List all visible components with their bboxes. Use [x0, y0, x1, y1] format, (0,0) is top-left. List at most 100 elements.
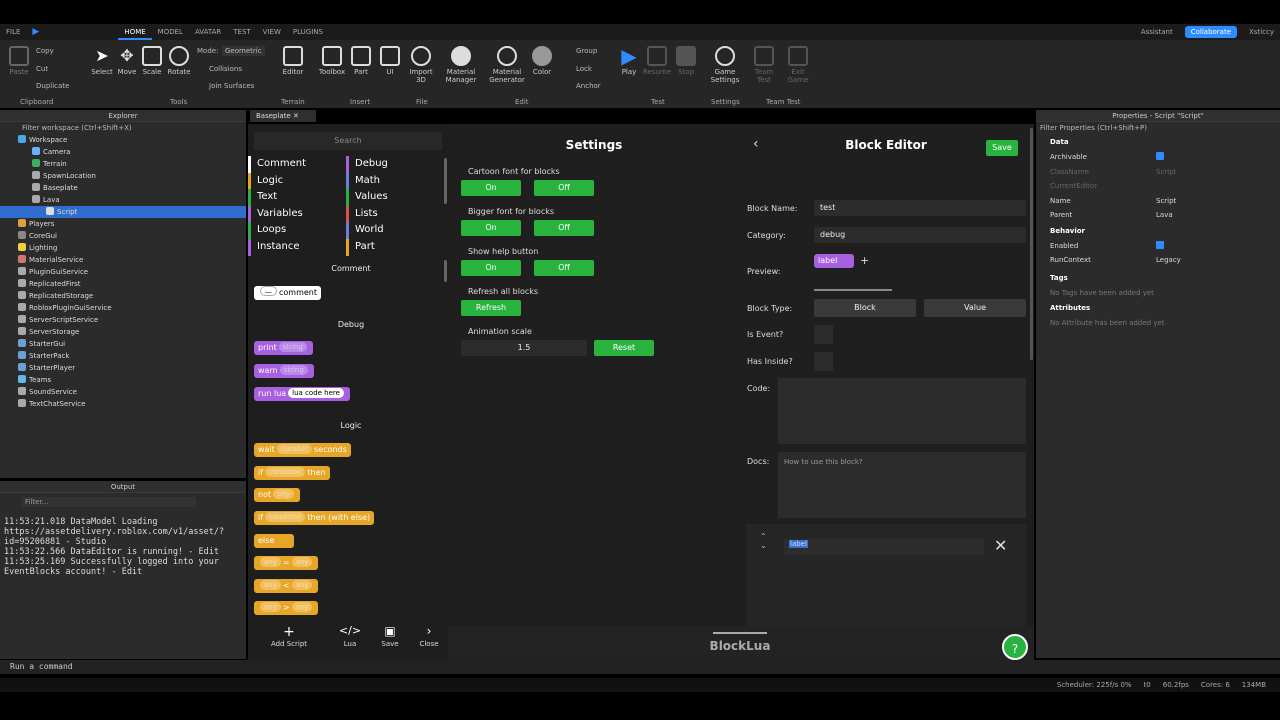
category-item[interactable]: Instance — [248, 238, 346, 256]
property-row[interactable]: Name Script — [1036, 194, 1280, 209]
menu-model[interactable]: MODEL — [152, 24, 189, 40]
category-item[interactable]: Logic — [248, 172, 346, 190]
game-settings-button[interactable]: Game Settings — [706, 46, 744, 84]
is-event-checkbox[interactable] — [814, 325, 833, 344]
tree-item[interactable]: Script — [0, 206, 246, 218]
lua-button[interactable]: </> Lua — [330, 624, 370, 660]
block-if[interactable]: if condition then — [254, 466, 330, 480]
category-item[interactable]: Part — [346, 238, 444, 256]
palette-search[interactable]: Search — [254, 132, 442, 150]
tree-item[interactable]: Lighting — [0, 242, 246, 254]
block-comment[interactable]: — comment — [254, 286, 322, 300]
section-behavior[interactable]: Behavior — [1036, 222, 1280, 239]
material-manager-button[interactable]: Material Manager — [444, 46, 478, 84]
docs-input[interactable]: How to use this block? — [778, 452, 1026, 518]
rotate-button[interactable]: Rotate — [162, 46, 196, 76]
block-else[interactable]: else — [254, 534, 294, 548]
join-surfaces-toggle[interactable]: Join Surfaces — [209, 82, 254, 90]
tree-item[interactable]: ReplicatedFirst — [0, 278, 246, 290]
explorer-filter[interactable]: Filter workspace (Ctrl+Shift+X) — [0, 122, 246, 134]
category-item[interactable]: Comment — [248, 156, 346, 173]
tree-item[interactable]: MaterialService — [0, 254, 246, 266]
cut-button[interactable]: Cut — [36, 65, 48, 73]
input-label-field[interactable]: label — [784, 539, 984, 555]
has-inside-checkbox[interactable] — [814, 352, 833, 371]
menu-test[interactable]: TEST — [227, 24, 256, 40]
back-icon[interactable]: ‹ — [753, 136, 759, 152]
add-script-button[interactable]: + Add Script — [248, 624, 330, 660]
block-less-than[interactable]: any < any — [254, 579, 319, 593]
tree-item[interactable]: ServerStorage — [0, 326, 246, 338]
menu-file[interactable]: FILE — [0, 24, 26, 40]
properties-filter[interactable]: Filter Properties (Ctrl+Shift+P) — [1036, 122, 1280, 134]
preview-scroll[interactable] — [814, 289, 892, 291]
category-item[interactable]: Loops — [248, 222, 346, 239]
category-item[interactable]: Debug — [346, 156, 444, 173]
ui-button[interactable]: UI — [373, 46, 407, 76]
tree-item[interactable]: ReplicatedStorage — [0, 290, 246, 302]
tree-item[interactable]: Teams — [0, 374, 246, 386]
tree-item[interactable]: SoundService — [0, 386, 246, 398]
setting-on-button[interactable]: On — [461, 260, 521, 276]
assistant-button[interactable]: Assistant — [1135, 24, 1179, 40]
property-row[interactable]: Enabled — [1036, 239, 1280, 254]
user-name[interactable]: Xsticcy — [1243, 24, 1280, 40]
close-icon[interactable]: ✕ — [293, 112, 299, 120]
tree-item[interactable]: CoreGui — [0, 230, 246, 242]
duplicate-button[interactable]: Duplicate — [36, 82, 69, 90]
property-row[interactable]: RunContext Legacy — [1036, 253, 1280, 268]
tree-item[interactable]: Baseplate — [0, 182, 246, 194]
reorder-arrows-icon[interactable]: ⌃ ⌄ — [760, 532, 767, 550]
add-input-icon[interactable]: + — [860, 254, 869, 267]
category-item[interactable]: Variables — [248, 205, 346, 223]
refresh-button[interactable]: Refresh — [461, 300, 521, 316]
tree-item[interactable]: Players — [0, 218, 246, 230]
lock-button[interactable]: Lock — [576, 65, 592, 73]
tree-item[interactable]: Workspace — [0, 134, 246, 146]
output-filter[interactable]: Filter... — [22, 497, 196, 507]
tab-baseplate[interactable]: Baseplate ✕ — [250, 110, 316, 122]
play-icon[interactable]: ▶ — [32, 27, 39, 37]
setting-off-button[interactable]: Off — [534, 260, 594, 276]
menu-avatar[interactable]: AVATAR — [189, 24, 227, 40]
close-icon[interactable]: ✕ — [994, 536, 1007, 555]
menu-home[interactable]: HOME — [118, 24, 152, 40]
tree-item[interactable]: Lava — [0, 194, 246, 206]
section-attributes[interactable]: Attributes — [1036, 299, 1280, 316]
save-button[interactable]: Save — [986, 140, 1018, 156]
block-wait[interactable]: wait number seconds — [254, 443, 351, 457]
material-generator-button[interactable]: Material Generator — [488, 46, 526, 84]
block-not[interactable]: not any — [254, 488, 300, 502]
collisions-toggle[interactable]: Collisions — [209, 65, 242, 73]
exit-game-button[interactable]: Exit Game — [781, 46, 815, 84]
setting-off-button[interactable]: Off — [534, 220, 594, 236]
check-icon[interactable] — [1156, 240, 1164, 249]
category-item[interactable]: Math — [346, 172, 444, 190]
setting-on-button[interactable]: On — [461, 220, 521, 236]
block-print[interactable]: print string — [254, 341, 313, 355]
tree-item[interactable]: RobloxPluginGuiService — [0, 302, 246, 314]
property-row[interactable]: Archivable — [1036, 150, 1280, 165]
team-test-button[interactable]: Team Test — [747, 46, 781, 84]
color-button[interactable]: Color — [525, 46, 559, 76]
command-bar[interactable]: Run a command — [0, 660, 1280, 674]
block-name-input[interactable]: test — [814, 200, 1026, 216]
block-if-else[interactable]: if condition then (with else) — [254, 511, 375, 525]
save-script-button[interactable]: ▣ Save — [370, 624, 410, 660]
footer-handle[interactable] — [713, 632, 767, 634]
section-tags[interactable]: Tags — [1036, 269, 1280, 286]
tree-item[interactable]: StarterPlayer — [0, 362, 246, 374]
tree-item[interactable]: StarterPack — [0, 350, 246, 362]
check-icon[interactable] — [1156, 152, 1164, 160]
stop-button[interactable]: Stop — [669, 46, 703, 76]
close-button[interactable]: › Close — [410, 624, 448, 660]
copy-button[interactable]: Copy — [36, 47, 54, 55]
mode-select[interactable]: Geometric — [222, 46, 265, 56]
block-greater-than[interactable]: any > any — [254, 601, 319, 615]
category-item[interactable]: Lists — [346, 205, 444, 223]
menu-view[interactable]: VIEW — [257, 24, 287, 40]
code-input[interactable] — [778, 378, 1026, 444]
section-data[interactable]: Data — [1036, 134, 1280, 150]
tree-item[interactable]: Terrain — [0, 158, 246, 170]
menu-plugins[interactable]: PLUGINS — [287, 24, 329, 40]
